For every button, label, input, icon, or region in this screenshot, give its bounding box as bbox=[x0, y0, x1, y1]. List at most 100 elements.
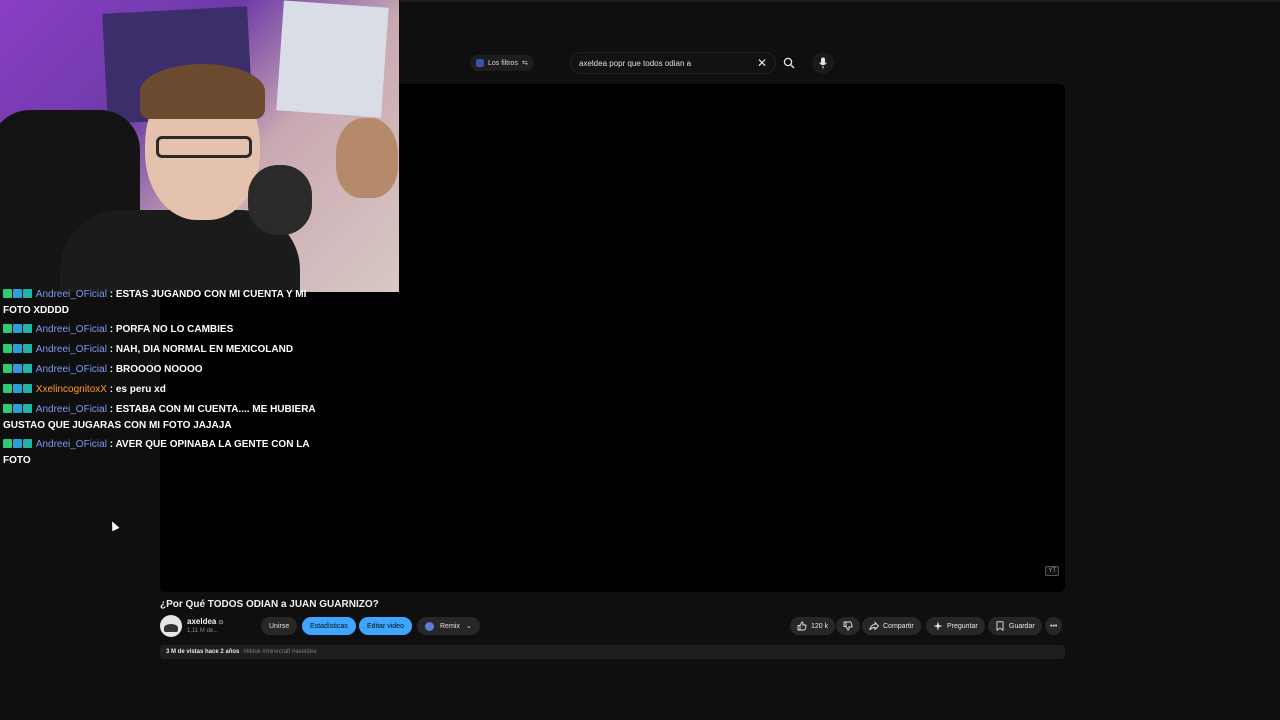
subscriber-count: 1,11 M de... bbox=[187, 628, 219, 634]
join-label: Unirse bbox=[269, 622, 290, 630]
chat-message: Andreei_OFicial : ESTAS JUGANDO CON MI C… bbox=[3, 287, 323, 318]
bookmark-icon bbox=[996, 621, 1004, 631]
badge-icon bbox=[3, 344, 12, 353]
like-button[interactable]: 120 k bbox=[790, 617, 836, 635]
chat-message: Andreei_OFicial : ESTABA CON MI CUENTA..… bbox=[3, 402, 323, 433]
chat-username[interactable]: Andreei_OFicial bbox=[36, 404, 107, 415]
remix-icon bbox=[425, 621, 434, 631]
share-button[interactable]: Compartir bbox=[862, 617, 921, 635]
microphone bbox=[248, 165, 312, 235]
chat-badges bbox=[3, 343, 33, 358]
badge-icon bbox=[13, 404, 22, 413]
swap-icon: ⇆ bbox=[521, 60, 528, 67]
search-input[interactable]: axeldea popr que todos odian a bbox=[579, 59, 757, 68]
badge-icon bbox=[3, 404, 12, 413]
top-divider bbox=[400, 0, 1280, 2]
badge-icon bbox=[13, 324, 22, 333]
badge-icon bbox=[13, 289, 22, 298]
thumbs-down-icon bbox=[843, 621, 853, 631]
channel-name-text: axeldea bbox=[187, 617, 217, 626]
chat-badges bbox=[3, 403, 33, 418]
chat-username[interactable]: XxelincognitoxX bbox=[36, 384, 107, 395]
player-watermark: YT bbox=[1045, 566, 1059, 576]
glasses bbox=[156, 136, 252, 158]
chat-message: Andreei_OFicial : BROOOO NOOOO bbox=[3, 362, 323, 378]
badge-icon bbox=[23, 439, 32, 448]
chat-badges bbox=[3, 323, 33, 338]
chat-badges bbox=[3, 383, 33, 398]
chat-text: : BROOOO NOOOO bbox=[109, 364, 203, 375]
verified-icon: ⊙ bbox=[218, 620, 224, 626]
sparkle-icon bbox=[933, 621, 943, 631]
edit-video-button[interactable]: Editar video bbox=[359, 617, 412, 635]
badge-icon bbox=[23, 404, 32, 413]
badge-icon bbox=[13, 439, 22, 448]
ask-button[interactable]: Preguntar bbox=[926, 617, 985, 635]
search-button[interactable] bbox=[778, 52, 800, 74]
badge-icon bbox=[23, 364, 32, 373]
badge-icon bbox=[3, 364, 12, 373]
share-icon bbox=[869, 621, 879, 631]
webcam-overlay bbox=[0, 0, 399, 292]
description-box[interactable]: 3 M de vistas hace 2 años #tiktok #minec… bbox=[160, 645, 1065, 659]
wall-poster bbox=[276, 0, 389, 118]
dislike-button[interactable] bbox=[836, 617, 860, 635]
stats-label: Estadísticas bbox=[310, 622, 348, 630]
filters-label: Los filtros bbox=[488, 59, 518, 67]
channel-avatar[interactable] bbox=[160, 615, 182, 637]
badge-icon bbox=[13, 364, 22, 373]
remix-label: Remix bbox=[440, 622, 460, 630]
badge-icon bbox=[3, 439, 12, 448]
badge-icon bbox=[13, 384, 22, 393]
chat-badges bbox=[3, 363, 33, 378]
share-label: Compartir bbox=[883, 622, 914, 630]
chat-badges bbox=[3, 438, 33, 453]
badge-icon bbox=[23, 289, 32, 298]
wall-photo bbox=[336, 118, 398, 198]
chat-username[interactable]: Andreei_OFicial bbox=[36, 364, 107, 375]
chevron-down-icon: ⌄ bbox=[465, 623, 472, 630]
badge-icon bbox=[3, 289, 12, 298]
chat-text: : PORFA NO LO CAMBIES bbox=[109, 324, 234, 335]
chat-text: : NAH, DIA NORMAL EN MEXICOLAND bbox=[109, 344, 294, 355]
stats-button[interactable]: Estadísticas bbox=[302, 617, 356, 635]
chat-username[interactable]: Andreei_OFicial bbox=[36, 439, 107, 450]
chat-message: Andreei_OFicial : PORFA NO LO CAMBIES bbox=[3, 322, 323, 338]
filter-icon bbox=[476, 59, 484, 67]
voice-search-button[interactable] bbox=[812, 52, 834, 74]
more-icon: ••• bbox=[1050, 622, 1058, 630]
join-button[interactable]: Unirse bbox=[261, 617, 298, 635]
edit-video-label: Editar video bbox=[367, 622, 404, 630]
chat-badges bbox=[3, 288, 33, 303]
remix-button[interactable]: Remix ⌄ bbox=[417, 617, 480, 635]
chat-message: XxelincognitoxX : es peru xd bbox=[3, 382, 323, 398]
badge-icon bbox=[23, 384, 32, 393]
search-icon bbox=[783, 57, 795, 69]
chat-message: Andreei_OFicial : NAH, DIA NORMAL EN MEX… bbox=[3, 342, 323, 358]
save-label: Guardar bbox=[1009, 622, 1035, 630]
thumbs-up-icon bbox=[797, 621, 807, 631]
chat-message: Andreei_OFicial : AVER QUE OPINABA LA GE… bbox=[3, 437, 323, 468]
like-count: 120 k bbox=[811, 622, 829, 630]
views-and-date: 3 M de vistas hace 2 años bbox=[166, 649, 240, 655]
hashtags: #tiktok #minecraft #axeldea bbox=[243, 649, 317, 655]
badge-icon bbox=[23, 324, 32, 333]
ask-label: Preguntar bbox=[947, 622, 978, 630]
chat-username[interactable]: Andreei_OFicial bbox=[36, 344, 107, 355]
search-bar[interactable]: axeldea popr que todos odian a ✕ bbox=[570, 52, 776, 74]
video-title: ¿Por Qué TODOS ODIAN a JUAN GUARNIZO? bbox=[160, 599, 379, 610]
badge-icon bbox=[3, 324, 12, 333]
badge-icon bbox=[13, 344, 22, 353]
chat-username[interactable]: Andreei_OFicial bbox=[36, 289, 107, 300]
more-actions-button[interactable]: ••• bbox=[1045, 617, 1063, 635]
clear-icon[interactable]: ✕ bbox=[757, 56, 767, 70]
streamer-hair bbox=[140, 64, 265, 119]
badge-icon bbox=[3, 384, 12, 393]
badge-icon bbox=[23, 344, 32, 353]
chat-text: : es peru xd bbox=[109, 384, 166, 395]
chat-overlay: Andreei_OFicial : ESTAS JUGANDO CON MI C… bbox=[3, 287, 323, 472]
save-button[interactable]: Guardar bbox=[988, 617, 1042, 635]
chat-username[interactable]: Andreei_OFicial bbox=[36, 324, 107, 335]
filters-chip[interactable]: Los filtros ⇆ bbox=[470, 55, 534, 71]
channel-name[interactable]: axeldea ⊙ bbox=[187, 617, 223, 626]
